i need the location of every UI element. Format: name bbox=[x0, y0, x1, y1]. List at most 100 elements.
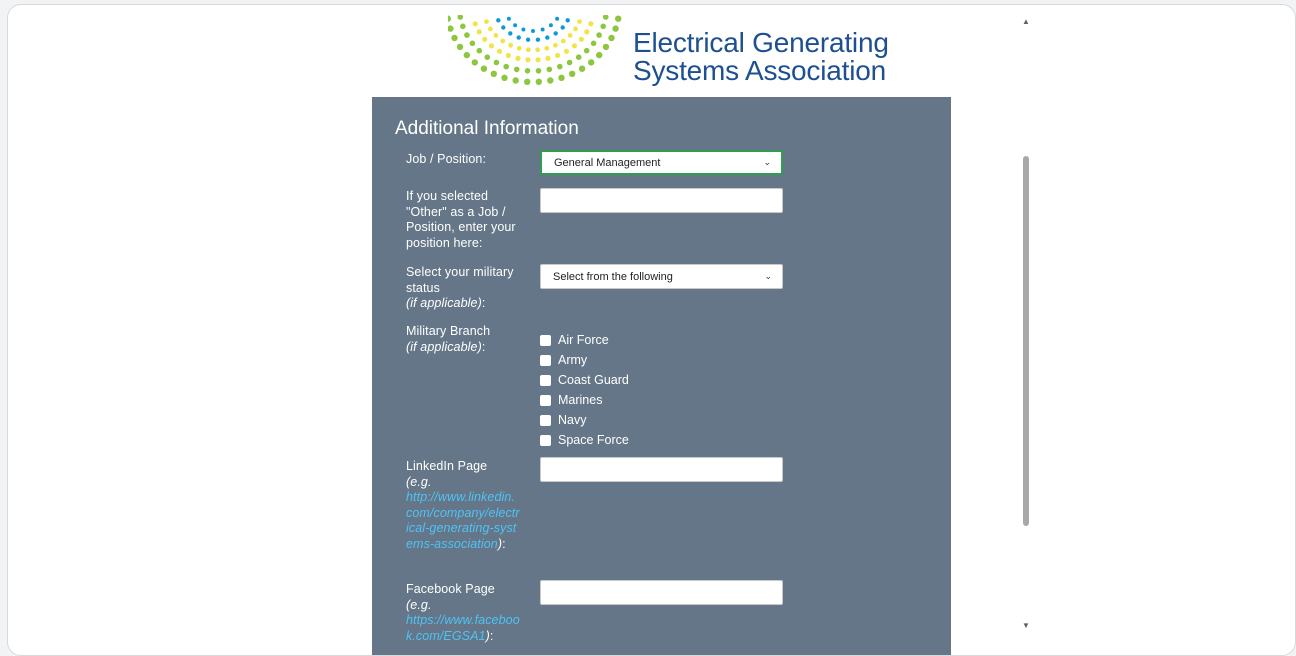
logo-dot bbox=[501, 25, 506, 30]
logo-dot bbox=[553, 42, 558, 48]
logo-dot bbox=[505, 52, 511, 59]
logo-dot bbox=[612, 25, 619, 32]
checkbox-navy[interactable]: Navy bbox=[540, 410, 629, 430]
other-position-label: If you selected "Other" as a Job / Posit… bbox=[406, 189, 516, 250]
checkbox-label: Navy bbox=[558, 413, 587, 427]
checkbox-coast-guard[interactable]: Coast Guard bbox=[540, 370, 629, 390]
logo-dot bbox=[600, 23, 606, 30]
logo-dot bbox=[480, 65, 488, 72]
checkbox-label: Space Force bbox=[558, 433, 629, 447]
chevron-down-icon: ⌄ bbox=[763, 157, 771, 167]
military-branch-label: Military Branch (if applicable): bbox=[406, 324, 521, 355]
logo-dot bbox=[472, 21, 478, 27]
logo-dot bbox=[471, 59, 478, 66]
logo-dot bbox=[500, 38, 506, 44]
logo-dot bbox=[583, 47, 590, 54]
logo-dot bbox=[565, 18, 570, 23]
linkedin-label: LinkedIn Page (e.g. http://www.linkedin.… bbox=[406, 459, 521, 552]
checkbox-label: Marines bbox=[558, 393, 603, 407]
logo-dot bbox=[608, 34, 615, 42]
job-position-label: Job / Position: bbox=[406, 152, 487, 166]
logo-dot bbox=[463, 51, 470, 59]
logo-dot bbox=[571, 43, 578, 49]
logo-dot bbox=[578, 65, 586, 72]
checkbox-box[interactable] bbox=[540, 354, 551, 366]
logo-dot bbox=[525, 57, 531, 63]
facebook-suffix: : bbox=[489, 628, 494, 643]
checkbox-box[interactable] bbox=[540, 374, 551, 386]
logo-dot bbox=[516, 35, 521, 40]
logo-dot bbox=[493, 33, 499, 38]
military-branch-note: (if applicable) bbox=[406, 339, 482, 354]
logo-dot bbox=[524, 68, 531, 74]
checkbox-air-force[interactable]: Air Force bbox=[540, 330, 629, 350]
logo-dot bbox=[512, 77, 519, 84]
military-status-label: Select your military status (if applicab… bbox=[406, 265, 521, 312]
logo-dot bbox=[508, 42, 513, 48]
other-position-input[interactable] bbox=[540, 188, 783, 213]
logo-dot bbox=[560, 38, 566, 44]
logo-dot bbox=[531, 29, 535, 33]
checkbox-box[interactable] bbox=[540, 334, 551, 346]
military-branch-label-text: Military Branch bbox=[406, 324, 491, 338]
logo-dot bbox=[596, 32, 602, 38]
logo-dot bbox=[590, 40, 597, 47]
logo-dot bbox=[545, 35, 550, 40]
linkedin-label-text: LinkedIn Page bbox=[406, 459, 488, 473]
logo-dot bbox=[553, 31, 558, 36]
checkbox-box[interactable] bbox=[540, 394, 551, 406]
logo-dot bbox=[544, 45, 550, 51]
facebook-example-link[interactable]: https://www.facebook.com/EGSA1 bbox=[406, 613, 520, 643]
logo-wordmark: Electrical Generating Systems Associatio… bbox=[633, 29, 889, 85]
scroll-up-arrow-icon[interactable]: ▲ bbox=[1022, 17, 1030, 26]
military-status-note: (if applicable) bbox=[406, 296, 482, 310]
military-status-value: Select from the following bbox=[553, 270, 673, 283]
logo-dot bbox=[496, 18, 501, 23]
logo-dot bbox=[525, 37, 531, 42]
checkbox-label: Air Force bbox=[558, 333, 609, 347]
logo-dot bbox=[484, 19, 489, 24]
scroll-thumb[interactable] bbox=[1023, 156, 1029, 526]
logo-dot bbox=[524, 78, 531, 85]
logo-dot bbox=[448, 25, 454, 32]
military-branch-suffix: : bbox=[481, 339, 486, 354]
logo-dot bbox=[456, 43, 464, 51]
page-scrollbar[interactable]: ▲ ▼ bbox=[1020, 17, 1032, 637]
logo-dot bbox=[476, 47, 483, 54]
logo-dot bbox=[584, 29, 590, 35]
job-position-value: General Management bbox=[554, 156, 661, 169]
logo-dot bbox=[563, 48, 570, 54]
logo-dot bbox=[490, 70, 497, 77]
egsa-logo: Electrical Generating Systems Associatio… bbox=[448, 15, 889, 95]
checkbox-space-force[interactable]: Space Force bbox=[540, 430, 629, 450]
logo-dot bbox=[535, 78, 542, 85]
logo-dot bbox=[535, 57, 541, 63]
logo-dot bbox=[501, 74, 508, 81]
logo-dot bbox=[575, 54, 582, 60]
logo-dot bbox=[588, 21, 594, 27]
logo-dot bbox=[545, 55, 551, 62]
logo-dot bbox=[557, 63, 563, 70]
checkbox-box[interactable] bbox=[540, 414, 551, 426]
logo-line-2: Systems Association bbox=[633, 55, 886, 86]
logo-dot bbox=[484, 54, 491, 60]
checkbox-box[interactable] bbox=[540, 434, 551, 446]
checkbox-marines[interactable]: Marines bbox=[540, 390, 629, 410]
logo-dot bbox=[476, 29, 482, 35]
logo-dot bbox=[521, 27, 526, 32]
military-status-select[interactable]: Select from the following ⌄ bbox=[540, 264, 783, 289]
logo-dot bbox=[602, 15, 609, 20]
logo-dot bbox=[558, 74, 565, 81]
job-position-select[interactable]: General Management ⌄ bbox=[540, 150, 783, 175]
facebook-input[interactable] bbox=[540, 580, 783, 605]
panel-title: Additional Information bbox=[395, 118, 579, 139]
checkbox-army[interactable]: Army bbox=[540, 350, 629, 370]
logo-dot bbox=[516, 45, 522, 51]
logo-dot bbox=[513, 23, 518, 28]
browser-frame: Electrical Generating Systems Associatio… bbox=[7, 4, 1296, 656]
linkedin-input[interactable] bbox=[540, 457, 783, 482]
scroll-down-arrow-icon[interactable]: ▼ bbox=[1022, 621, 1030, 630]
logo-dot bbox=[503, 63, 509, 70]
facebook-label-text: Facebook Page bbox=[406, 582, 495, 596]
military-status-suffix: : bbox=[481, 296, 486, 310]
